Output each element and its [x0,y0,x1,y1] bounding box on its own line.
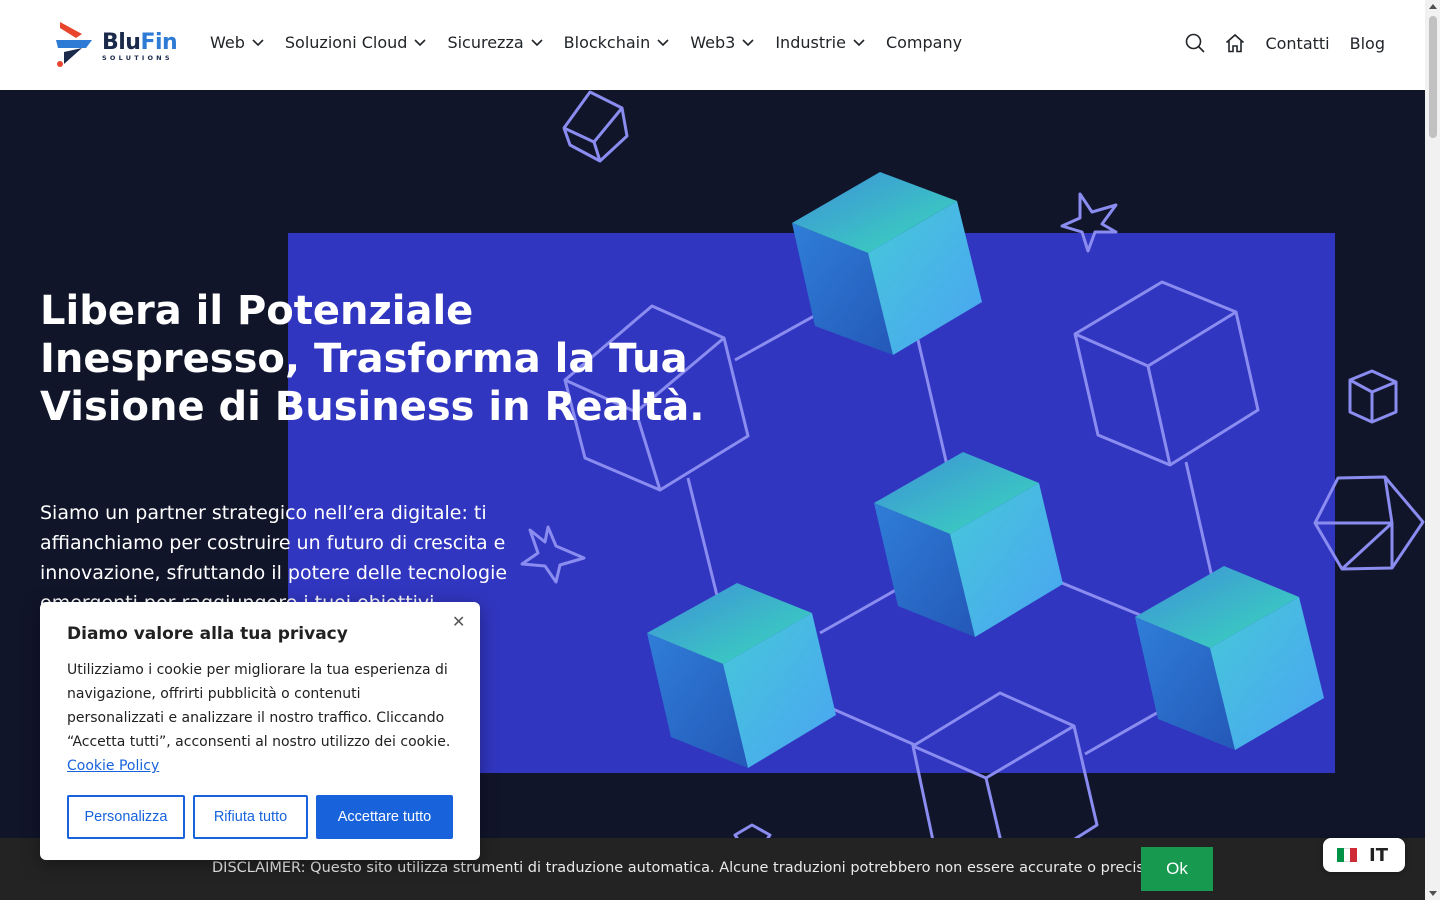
logo-mark-icon [56,22,92,67]
italy-flag-icon [1337,848,1358,862]
brand-logo[interactable]: BluFin SOLUTIONS [52,18,182,70]
chevron-down-icon [657,38,669,46]
scroll-thumb[interactable] [1429,16,1437,138]
reject-all-button[interactable]: Rifiuta tutto [193,795,308,839]
nav-utilities: Contatti Blog [1185,33,1385,53]
solid-cube-2 [874,452,1063,637]
disclaimer-ok-button[interactable]: Ok [1141,847,1213,891]
solid-cube-3 [647,583,836,768]
nav-item-web[interactable]: Web [210,33,264,52]
customize-button[interactable]: Personalizza [67,795,185,839]
nav-item-company[interactable]: Company [886,33,962,52]
solid-cube-1 [792,172,982,355]
language-code: IT [1369,844,1388,866]
chevron-down-icon [742,38,754,46]
accept-all-button[interactable]: Accettare tutto [316,795,453,839]
cookie-policy-link[interactable]: Cookie Policy [67,758,159,774]
cookie-consent-banner: Diamo valore alla tua privacy ✕ Utilizzi… [40,602,480,860]
page-scrollbar[interactable] [1425,0,1440,900]
search-icon[interactable] [1185,33,1206,53]
solid-cube-4 [1135,566,1324,750]
disclaimer-text: DISCLAIMER: Questo sito utilizza strumen… [212,860,1158,876]
chevron-down-icon [414,38,427,46]
nav-item-web3[interactable]: Web3 [690,33,754,52]
language-switcher[interactable]: IT [1323,838,1405,872]
hero-title: Libera il Potenziale Inespresso, Trasfor… [40,288,705,430]
brand-name: BluFin [102,30,178,55]
nav-link-blog[interactable]: Blog [1350,34,1385,53]
nav-item-soluzioni-cloud[interactable]: Soluzioni Cloud [285,33,427,52]
chevron-down-icon [531,38,543,46]
home-icon[interactable] [1225,33,1245,53]
nav-item-industrie[interactable]: Industrie [775,33,865,52]
chevron-down-icon [853,38,865,46]
chevron-down-icon [252,38,264,46]
nav-link-contatti[interactable]: Contatti [1265,34,1329,53]
main-nav: Web Soluzioni Cloud Sicurezza Blockchain… [210,33,983,52]
scroll-down-arrow-icon[interactable] [1429,891,1437,896]
cookie-title: Diamo valore alla tua privacy [67,624,348,644]
nav-item-sicurezza[interactable]: Sicurezza [447,33,543,52]
nav-item-blockchain[interactable]: Blockchain [564,33,670,52]
cookie-body-text: Utilizziamo i cookie per migliorare la t… [67,662,451,750]
brand-tagline: SOLUTIONS [102,54,173,62]
scroll-up-arrow-icon[interactable] [1429,4,1437,9]
site-header: BluFin SOLUTIONS Web Soluzioni Cloud Sic… [0,0,1425,90]
close-icon[interactable]: ✕ [452,612,465,631]
hero-subtitle: Siamo un partner strategico nell’era dig… [40,502,508,614]
cookie-body: Utilizziamo i cookie per migliorare la t… [67,658,459,778]
